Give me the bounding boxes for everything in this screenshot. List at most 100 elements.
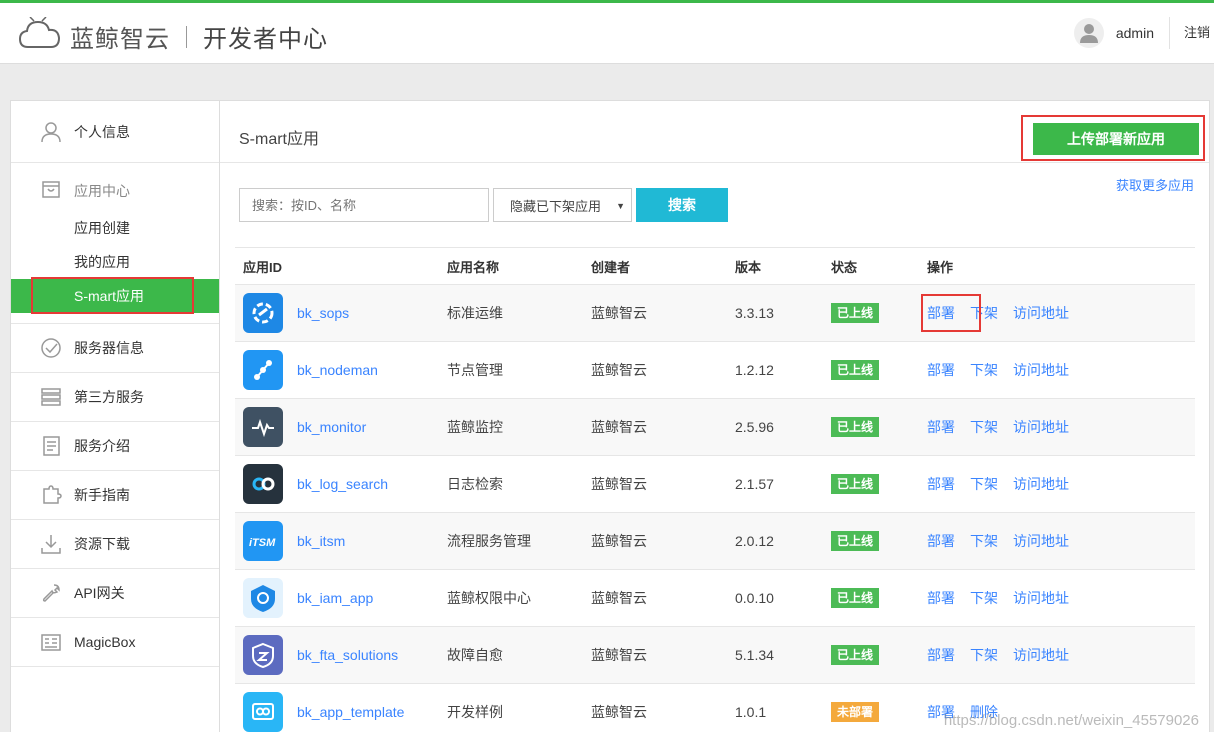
fta-app-icon: [243, 635, 283, 675]
action-link-2[interactable]: 访问地址: [1013, 588, 1069, 608]
log-search-app-icon: [243, 464, 283, 504]
sidebar-item-service-intro[interactable]: 服务介绍: [11, 422, 219, 471]
cell-status: 已上线: [831, 474, 927, 494]
sidebar-item-third-party[interactable]: 第三方服务: [11, 373, 219, 422]
column-header-id: 应用ID: [243, 259, 283, 275]
cell-app-name: 节点管理: [447, 362, 503, 378]
cell-app-name: 日志检索: [447, 476, 503, 492]
sidebar-item-label: 第三方服务: [74, 389, 144, 405]
action-link-0[interactable]: 部署: [921, 294, 981, 332]
action-link-1[interactable]: 下架: [970, 588, 998, 608]
puzzle-icon: [39, 483, 63, 507]
caret-down-icon: ▼: [616, 201, 625, 211]
sidebar-item-magicbox[interactable]: MagicBox: [11, 618, 219, 667]
sidebar-item-guide[interactable]: 新手指南: [11, 471, 219, 520]
status-badge: 已上线: [831, 417, 880, 437]
action-link-0[interactable]: 部署: [927, 645, 955, 665]
cell-app-id: bk_fta_solutions: [235, 635, 447, 675]
sidebar-item-app-center[interactable]: 应用中心: [11, 163, 219, 207]
status-badge: 未部署: [831, 702, 880, 722]
cell-app-name: 故障自愈: [447, 647, 503, 663]
main-header: S-mart应用 上传部署新应用: [220, 101, 1209, 163]
filter-select[interactable]: 隐藏已下架应用 ▼: [493, 188, 632, 222]
action-link-0[interactable]: 部署: [927, 360, 955, 380]
action-link-2[interactable]: 访问地址: [1013, 531, 1069, 551]
app-id-link[interactable]: bk_nodeman: [297, 362, 378, 378]
box-icon: [39, 630, 63, 654]
sidebar-item-downloads[interactable]: 资源下载: [11, 520, 219, 569]
sidebar-item-profile[interactable]: 个人信息: [11, 101, 219, 163]
action-link-2[interactable]: 访问地址: [1013, 360, 1069, 380]
page-title: S-mart应用: [239, 131, 320, 148]
logo[interactable]: 蓝鲸智云 开发者中心: [18, 16, 328, 56]
get-more-apps-link[interactable]: 获取更多应用: [1116, 175, 1194, 194]
cell-creator: 蓝鲸智云: [591, 647, 647, 663]
column-header-status: 状态: [831, 259, 858, 275]
column-header-creator: 创建者: [591, 259, 631, 275]
cell-creator: 蓝鲸智云: [591, 533, 647, 549]
action-link-2[interactable]: 访问地址: [1013, 303, 1069, 323]
sidebar-item-label: 应用中心: [74, 183, 130, 199]
action-link-2[interactable]: 访问地址: [1013, 645, 1069, 665]
action-link-1[interactable]: 下架: [970, 645, 998, 665]
cell-actions: 部署 下架 访问地址: [927, 474, 1195, 494]
search-input[interactable]: [239, 188, 489, 222]
sidebar-item-api-gateway[interactable]: API网关: [11, 569, 219, 618]
cell-status: 已上线: [831, 645, 927, 665]
sidebar-item-label: API网关: [74, 585, 125, 601]
sidebar: 个人信息 应用中心 应用创建 我的应用 S-mart应用 服务器信息 第三方服务…: [10, 100, 219, 732]
app-id-link[interactable]: bk_fta_solutions: [297, 647, 398, 663]
action-link-1[interactable]: 下架: [970, 531, 998, 551]
table-row: bk_fta_solutions 故障自愈 蓝鲸智云 5.1.34 已上线 部署 下架 访问地…: [235, 627, 1195, 684]
sidebar-subitem-my-apps[interactable]: 我的应用: [11, 245, 219, 279]
username: admin: [1115, 25, 1154, 41]
action-link-1[interactable]: 下架: [970, 417, 998, 437]
user-menu[interactable]: admin: [1073, 17, 1154, 49]
action-link-1[interactable]: 下架: [970, 360, 998, 380]
search-button[interactable]: 搜索: [636, 188, 728, 222]
app-id-link[interactable]: bk_itsm: [297, 533, 345, 549]
logo-divider: [186, 25, 187, 48]
cloud-logo-icon: [18, 16, 62, 56]
cell-version: 0.0.10: [735, 590, 774, 606]
sidebar-item-label: 个人信息: [74, 123, 130, 140]
sidebar-subitem-smart-apps[interactable]: S-mart应用: [11, 277, 219, 314]
logout-link[interactable]: 注销: [1168, 17, 1210, 49]
cell-creator: 蓝鲸智云: [591, 305, 647, 321]
status-badge: 已上线: [831, 531, 880, 551]
cell-status: 已上线: [831, 360, 927, 380]
table-body: bk_sops 标准运维 蓝鲸智云 3.3.13 已上线 部署 下架 访问地址 bk_nodem…: [235, 285, 1195, 732]
sidebar-item-server-info[interactable]: 服务器信息: [11, 324, 219, 373]
action-link-0[interactable]: 部署: [927, 588, 955, 608]
action-link-0[interactable]: 部署: [927, 417, 955, 437]
highlight-box: 上传部署新应用: [1021, 115, 1205, 161]
app-id-link[interactable]: bk_iam_app: [297, 590, 373, 606]
app-id-link[interactable]: bk_app_template: [297, 704, 404, 720]
cell-status: 已上线: [831, 588, 927, 608]
user-icon: [39, 120, 63, 144]
action-link-2[interactable]: 访问地址: [1013, 417, 1069, 437]
table-row: iTSM bk_itsm 流程服务管理 蓝鲸智云 2.0.12 已上线 部署 下架 访问地址: [235, 513, 1195, 570]
action-link-0[interactable]: 部署: [927, 531, 955, 551]
cell-app-name: 蓝鲸监控: [447, 419, 503, 435]
app-id-link[interactable]: bk_monitor: [297, 419, 366, 435]
action-link-2[interactable]: 访问地址: [1013, 474, 1069, 494]
template-app-icon: [243, 692, 283, 732]
cell-app-id: bk_log_search: [235, 464, 447, 504]
avatar: [1073, 18, 1104, 48]
watermark: https://blog.csdn.net/weixin_45579026: [943, 712, 1199, 729]
sops-app-icon: [243, 293, 283, 333]
upload-deploy-button[interactable]: 上传部署新应用: [1033, 123, 1199, 155]
cell-app-id: bk_sops: [235, 293, 447, 333]
app-id-link[interactable]: bk_log_search: [297, 476, 388, 492]
monitor-app-icon: [243, 407, 283, 447]
action-link-1[interactable]: 下架: [970, 474, 998, 494]
action-link-0[interactable]: 部署: [927, 474, 955, 494]
app-id-link[interactable]: bk_sops: [297, 305, 349, 321]
sidebar-subitem-app-create[interactable]: 应用创建: [11, 211, 219, 245]
sidebar-group-app-center: 应用中心 应用创建 我的应用 S-mart应用: [11, 163, 219, 324]
cell-app-name: 蓝鲸权限中心: [447, 590, 531, 606]
status-badge: 已上线: [831, 474, 880, 494]
cell-version: 1.0.1: [735, 704, 767, 720]
status-badge: 已上线: [831, 588, 880, 608]
